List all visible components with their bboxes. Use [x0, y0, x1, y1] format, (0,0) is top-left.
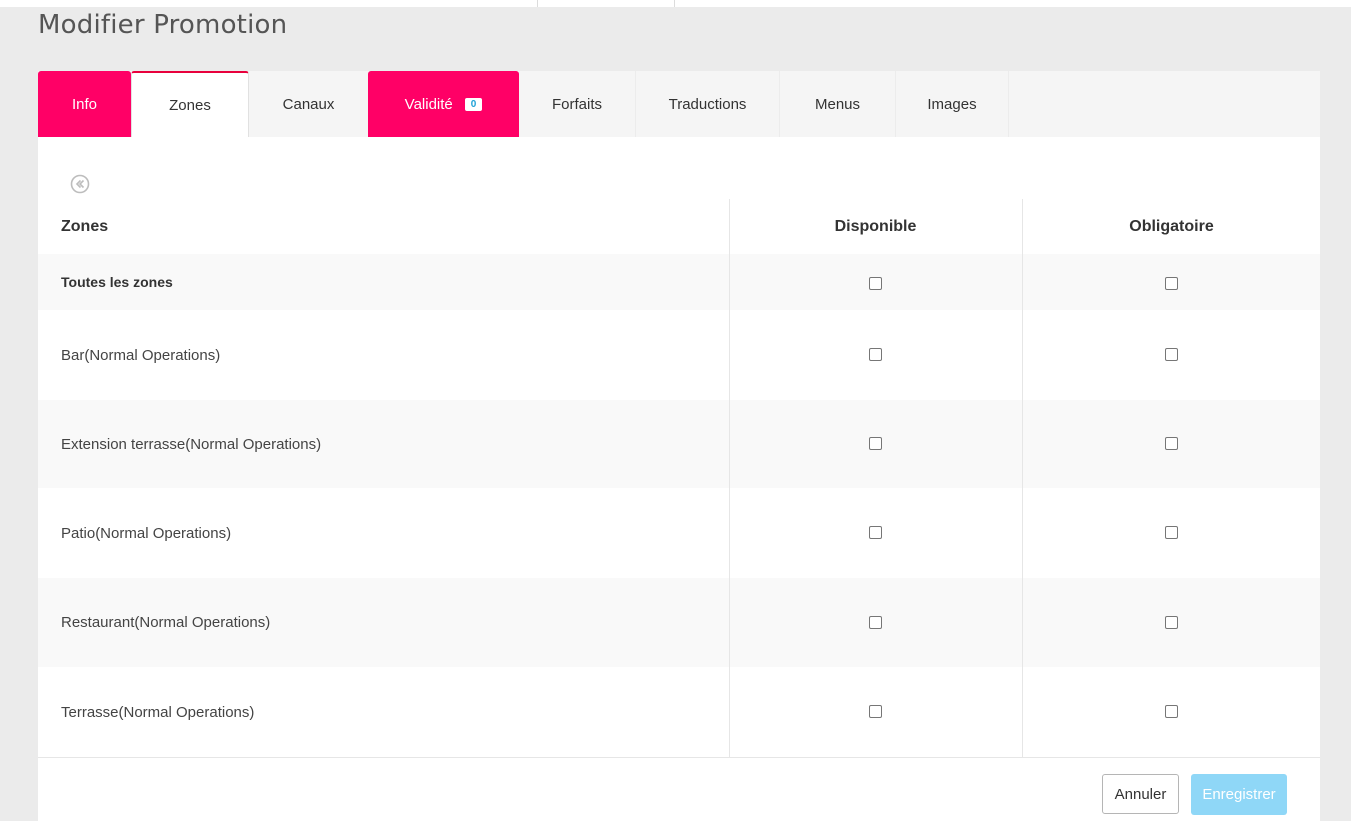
- circle-chevron-left-icon[interactable]: [70, 174, 90, 194]
- available-checkbox[interactable]: [869, 437, 882, 450]
- row-label: Terrasse(Normal Operations): [61, 703, 255, 721]
- table-row: Terrasse(Normal Operations): [38, 667, 1320, 757]
- available-checkbox[interactable]: [869, 526, 882, 539]
- tab-label: Forfaits: [551, 95, 602, 113]
- table-row: Patio(Normal Operations): [38, 488, 1320, 578]
- column-divider: [1022, 199, 1023, 757]
- tab-validite[interactable]: Validité 0: [368, 71, 519, 137]
- save-button[interactable]: Enregistrer: [1191, 774, 1287, 815]
- available-checkbox[interactable]: [869, 616, 882, 629]
- table-row-all-zones: Toutes les zones: [38, 254, 1320, 310]
- tab-label: Images: [927, 95, 977, 113]
- tab-canaux[interactable]: Canaux: [249, 71, 368, 137]
- tab-zones[interactable]: Zones: [131, 71, 249, 137]
- top-bar-divider: [674, 0, 675, 7]
- footer-divider: [38, 757, 1320, 758]
- table-row: Restaurant(Normal Operations): [38, 578, 1320, 667]
- edit-promotion-panel: Info Zones Canaux Validité 0 Forfaits Tr…: [38, 71, 1320, 821]
- header-zones: Zones: [61, 217, 109, 235]
- page-title: Modifier Promotion: [38, 10, 288, 40]
- mandatory-checkbox[interactable]: [1165, 348, 1178, 361]
- mandatory-checkbox[interactable]: [1165, 277, 1178, 290]
- top-bar-divider: [537, 0, 538, 7]
- tab-label: Menus: [814, 95, 861, 113]
- mandatory-checkbox[interactable]: [1165, 526, 1178, 539]
- table-row: Bar(Normal Operations): [38, 310, 1320, 400]
- available-checkbox[interactable]: [869, 277, 882, 290]
- tab-bar: Info Zones Canaux Validité 0 Forfaits Tr…: [38, 71, 1320, 137]
- tab-label: Zones: [169, 96, 211, 114]
- tab-label: Info: [71, 95, 98, 113]
- tab-images[interactable]: Images: [896, 71, 1009, 137]
- tab-label: Validité: [404, 95, 453, 113]
- tab-traductions[interactable]: Traductions: [636, 71, 780, 137]
- top-bar: [0, 0, 1351, 7]
- mandatory-checkbox[interactable]: [1165, 437, 1178, 450]
- tab-menus[interactable]: Menus: [780, 71, 896, 137]
- error-count-badge: 0: [464, 97, 483, 111]
- header-obligatoire: Obligatoire: [1129, 217, 1214, 235]
- tab-forfaits[interactable]: Forfaits: [519, 71, 636, 137]
- table-row: Extension terrasse(Normal Operations): [38, 400, 1320, 488]
- row-label: Extension terrasse(Normal Operations): [61, 435, 322, 453]
- mandatory-checkbox[interactable]: [1165, 705, 1178, 718]
- column-divider: [729, 199, 730, 757]
- row-label: Bar(Normal Operations): [61, 346, 221, 364]
- available-checkbox[interactable]: [869, 348, 882, 361]
- table-header: Zones Disponible Obligatoire: [38, 199, 1320, 254]
- mandatory-checkbox[interactable]: [1165, 616, 1178, 629]
- tab-info[interactable]: Info: [38, 71, 131, 137]
- header-disponible: Disponible: [834, 217, 917, 235]
- available-checkbox[interactable]: [869, 705, 882, 718]
- cancel-button[interactable]: Annuler: [1102, 774, 1179, 814]
- tab-label: Traductions: [668, 95, 747, 113]
- tab-label: Canaux: [282, 95, 335, 113]
- row-label: Toutes les zones: [61, 274, 173, 290]
- row-label: Restaurant(Normal Operations): [61, 614, 271, 631]
- row-label: Patio(Normal Operations): [61, 524, 232, 542]
